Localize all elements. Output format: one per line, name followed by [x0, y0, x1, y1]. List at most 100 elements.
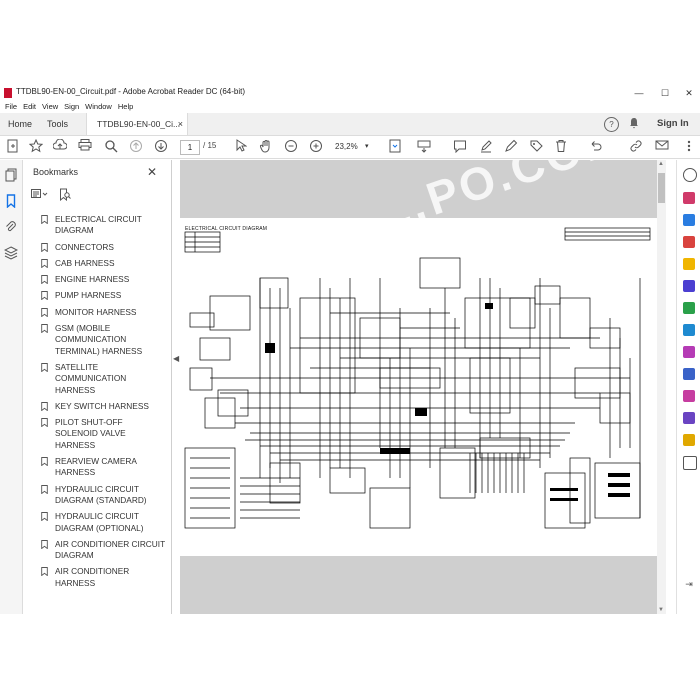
- tab-home[interactable]: Home: [8, 113, 32, 135]
- scroll-mode-icon[interactable]: [416, 139, 432, 155]
- send-for-review-icon[interactable]: [683, 412, 695, 424]
- document-tab-label: TTDBL90-EN-00_Ci...: [97, 119, 181, 129]
- bookmark-item[interactable]: KEY SWITCH HARNESS: [23, 401, 171, 412]
- hand-tool-icon[interactable]: [258, 139, 274, 155]
- page-thumbnails-icon[interactable]: [4, 168, 18, 182]
- bookmark-label: HYDRAULIC CIRCUIT DIAGRAM (STANDARD): [55, 483, 147, 505]
- close-window-button[interactable]: ✕: [678, 86, 700, 100]
- bookmark-item[interactable]: CONNECTORS: [23, 242, 171, 253]
- search-tools-icon[interactable]: [683, 168, 697, 182]
- share-link-icon[interactable]: [628, 139, 644, 155]
- bookmark-label: SATELLITE COMMUNICATION HARNESS: [55, 361, 127, 395]
- attachments-icon[interactable]: [4, 220, 18, 234]
- close-tab-icon[interactable]: ×: [178, 113, 183, 135]
- zoom-level-value: 23,2%: [335, 142, 358, 151]
- bookmark-item[interactable]: ELECTRICAL CIRCUIT DIAGRAM: [23, 214, 171, 237]
- comment-tool-icon[interactable]: [683, 258, 695, 270]
- maximize-button[interactable]: ☐: [654, 86, 676, 100]
- bookmarks-panel-icon[interactable]: [4, 194, 18, 209]
- bookmark-item[interactable]: PUMP HARNESS: [23, 290, 171, 301]
- bookmark-item[interactable]: CAB HARNESS: [23, 258, 171, 269]
- scrollbar-thumb[interactable]: [658, 173, 665, 203]
- bookmark-item[interactable]: AIR CONDITIONER CIRCUIT DIAGRAM: [23, 539, 171, 562]
- bookmark-item[interactable]: AIR CONDITIONER HARNESS: [23, 566, 171, 589]
- delete-trash-icon[interactable]: [553, 139, 569, 155]
- combine-files-icon[interactable]: [683, 280, 695, 292]
- bookmark-item[interactable]: HYDRAULIC CIRCUIT DIAGRAM (STANDARD): [23, 484, 171, 507]
- bookmark-item[interactable]: MONITOR HARNESS: [23, 307, 171, 318]
- layers-icon[interactable]: [3, 246, 19, 260]
- stamp-tool-icon[interactable]: [683, 434, 695, 446]
- bookmark-item[interactable]: REARVIEW CAMERA HARNESS: [23, 456, 171, 479]
- menu-file[interactable]: File: [5, 102, 17, 111]
- sign-in-button[interactable]: Sign In: [657, 117, 689, 131]
- protect-icon[interactable]: [683, 368, 695, 380]
- bookmark-item[interactable]: PILOT SHUT-OFF SOLENOID VALVE HARNESS: [23, 417, 171, 451]
- zoom-in-icon[interactable]: [308, 139, 324, 155]
- zoom-level-select[interactable]: 23,2% ▾: [335, 140, 373, 153]
- bookmark-item[interactable]: HYDRAULIC CIRCUIT DIAGRAM (OPTIONAL): [23, 511, 171, 534]
- collapse-rail-icon[interactable]: ⇥: [683, 578, 695, 590]
- bookmark-item[interactable]: GSM (MOBILE COMMUNICATION TERMINAL) HARN…: [23, 323, 171, 357]
- collapse-panel-icon[interactable]: ◀: [173, 354, 179, 363]
- zoom-out-icon[interactable]: [283, 139, 299, 155]
- bookmark-icon: [41, 307, 48, 317]
- scroll-up-icon[interactable]: ▲: [658, 161, 664, 167]
- next-page-icon[interactable]: [153, 139, 169, 155]
- bookmark-icon: [41, 457, 48, 467]
- draw-tool-icon[interactable]: [503, 139, 519, 155]
- create-pdf-icon[interactable]: [5, 139, 21, 155]
- stamp-tag-icon[interactable]: [528, 139, 544, 155]
- comment-icon[interactable]: [452, 139, 468, 155]
- scroll-down-icon[interactable]: ▼: [658, 607, 664, 613]
- more-tools-icon[interactable]: [681, 139, 697, 155]
- menu-help[interactable]: Help: [118, 102, 133, 111]
- bookmark-label: AIR CONDITIONER CIRCUIT DIAGRAM: [55, 538, 166, 561]
- tab-tools[interactable]: Tools: [47, 113, 68, 135]
- minimize-button[interactable]: —: [628, 86, 650, 100]
- scan-ocr-icon[interactable]: [683, 324, 695, 336]
- fit-page-icon[interactable]: [387, 139, 403, 155]
- previous-page-icon[interactable]: [128, 139, 144, 155]
- highlight-pen-icon[interactable]: [478, 139, 494, 155]
- export-pdf-icon[interactable]: [683, 192, 695, 204]
- print-icon[interactable]: [77, 139, 93, 155]
- bookmark-options-icon[interactable]: [31, 188, 49, 202]
- upload-cloud-icon[interactable]: [52, 138, 68, 155]
- menu-edit[interactable]: Edit: [23, 102, 36, 111]
- edit-pdf-icon[interactable]: [683, 214, 695, 226]
- menu-view[interactable]: View: [42, 102, 58, 111]
- select-cursor-icon[interactable]: [233, 139, 249, 155]
- bookmark-icon: [41, 242, 48, 252]
- email-icon[interactable]: [654, 139, 670, 155]
- help-icon[interactable]: ?: [604, 117, 619, 132]
- bookmark-label: HYDRAULIC CIRCUIT DIAGRAM (OPTIONAL): [55, 511, 144, 533]
- request-signature-icon[interactable]: [683, 390, 695, 402]
- menu-sign[interactable]: Sign: [64, 102, 79, 111]
- find-search-icon[interactable]: [103, 139, 119, 155]
- page-number-input[interactable]: 1: [180, 140, 200, 155]
- menu-window[interactable]: Window: [85, 102, 112, 111]
- find-bookmark-icon[interactable]: [59, 188, 71, 203]
- window-title: TTDBL90-EN-00_Circuit.pdf - Adobe Acroba…: [16, 87, 245, 96]
- notifications-bell-icon[interactable]: [629, 117, 639, 133]
- tab-document[interactable]: TTDBL90-EN-00_Ci... ×: [86, 113, 188, 135]
- undo-icon[interactable]: [588, 139, 604, 155]
- fill-sign-icon[interactable]: [683, 346, 695, 358]
- bookmark-icon: [41, 215, 48, 224]
- create-pdf-tool-icon[interactable]: [683, 236, 695, 248]
- bookmark-item[interactable]: ENGINE HARNESS: [23, 274, 171, 285]
- bookmark-icon: [41, 539, 48, 549]
- electrical-circuit-diagram: [184, 227, 651, 529]
- more-tools-wrench-icon[interactable]: [683, 456, 697, 470]
- right-tools-rail: ⇥: [676, 160, 700, 614]
- acrobat-app-icon: [4, 88, 12, 98]
- vertical-scrollbar[interactable]: ▲ ▼: [657, 160, 666, 614]
- bookmark-item[interactable]: SATELLITE COMMUNICATION HARNESS: [23, 362, 171, 396]
- left-navigation-rail: [0, 160, 23, 614]
- document-canvas[interactable]: …PO.COM ELECTRICAL CIRCUIT DIAGRAM: [180, 160, 657, 614]
- bookmark-label: ELECTRICAL CIRCUIT DIAGRAM: [55, 214, 142, 236]
- organize-pages-icon[interactable]: [683, 302, 695, 314]
- bookmark-star-icon[interactable]: [28, 138, 44, 155]
- close-bookmarks-icon[interactable]: ✕: [147, 165, 157, 179]
